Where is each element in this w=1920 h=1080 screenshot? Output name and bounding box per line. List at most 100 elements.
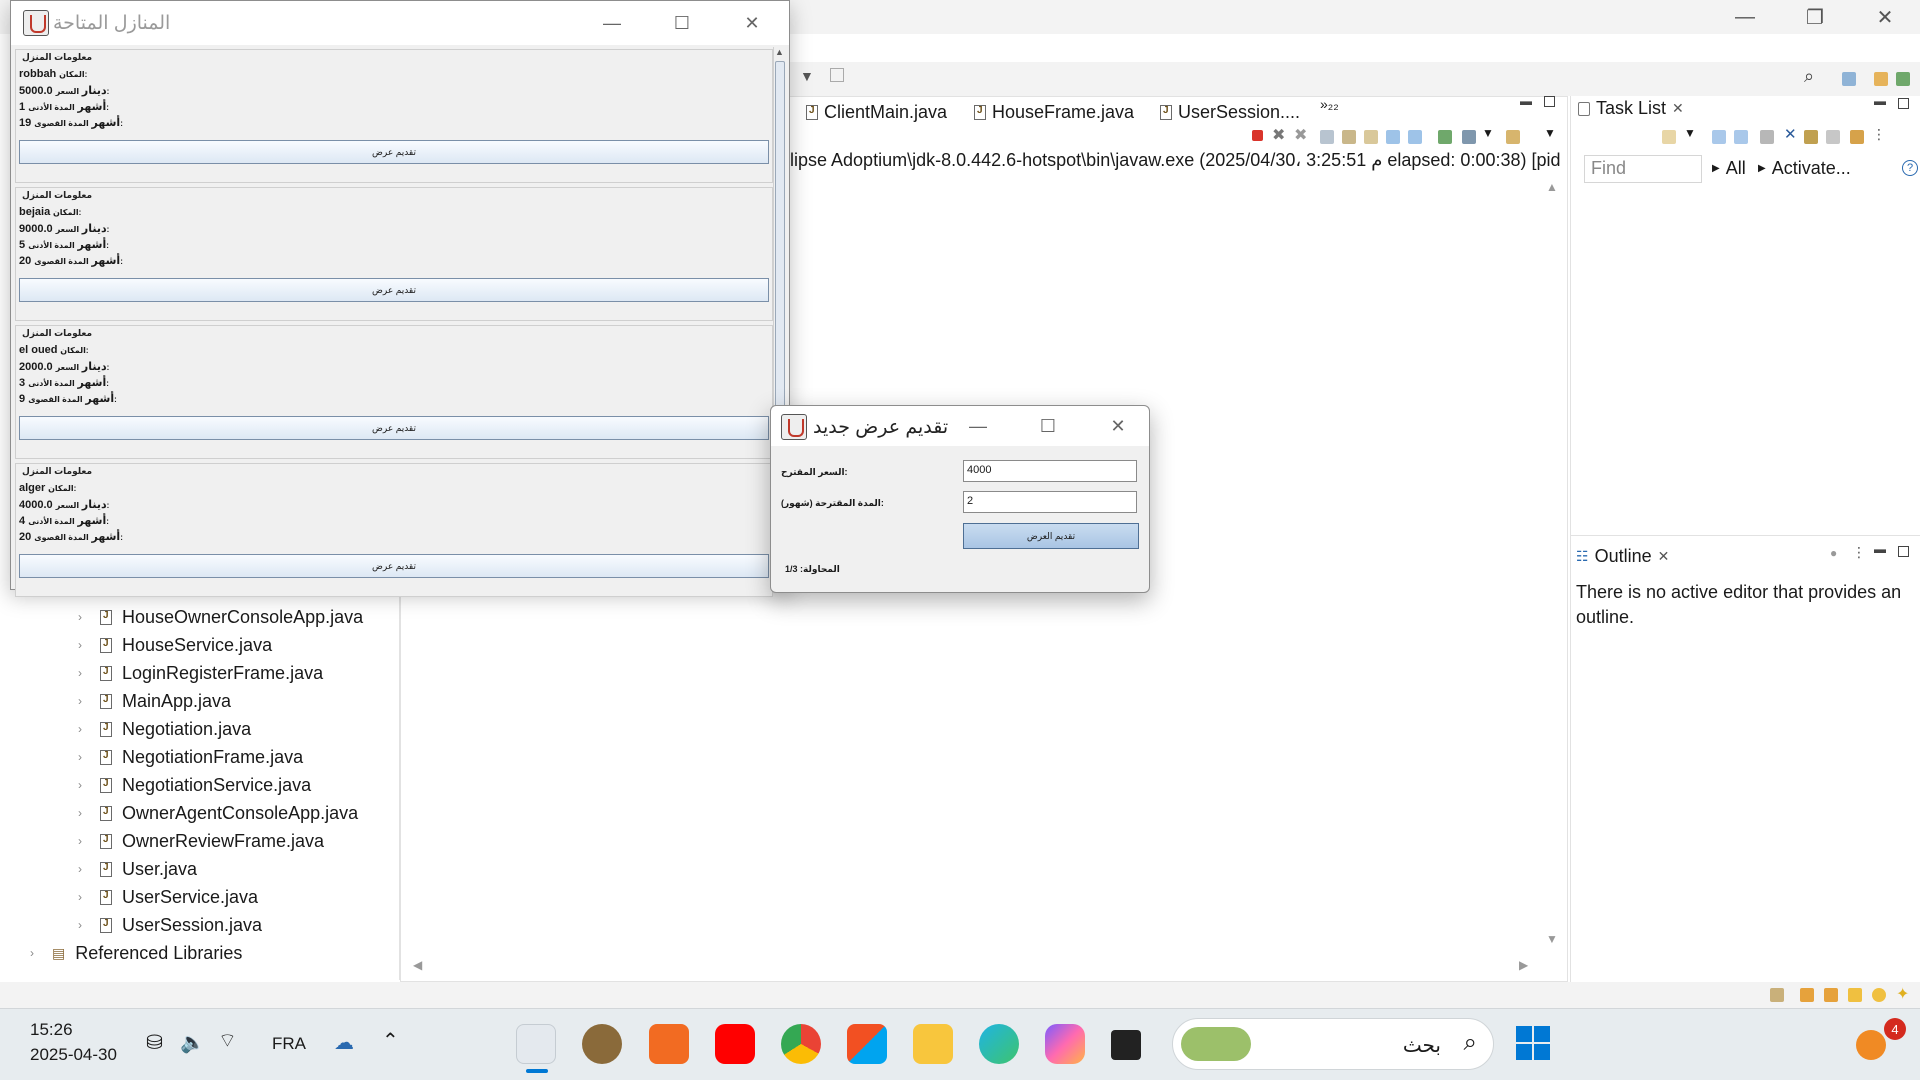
submit-offer-button[interactable]: تقديم عرض bbox=[19, 554, 769, 578]
tree-item-referenced-libraries[interactable]: › ▤ Referenced Libraries bbox=[30, 940, 242, 966]
restore-icon[interactable]: ❐ bbox=[1780, 0, 1850, 34]
status-icon[interactable] bbox=[1824, 988, 1838, 1002]
collapse-all-icon[interactable] bbox=[1826, 130, 1840, 144]
maximize-icon[interactable]: ☐ bbox=[1033, 412, 1063, 440]
file-explorer-taskbar-icon[interactable] bbox=[913, 1024, 953, 1064]
volume-icon[interactable]: 🔈 bbox=[180, 1030, 205, 1055]
view-menu-icon[interactable]: ⋮ bbox=[1872, 126, 1886, 143]
status-icon[interactable] bbox=[1872, 988, 1886, 1002]
tree-item-file[interactable]: › NegotiationService.java bbox=[78, 772, 311, 798]
activate-task-link[interactable]: ▶ Activate... bbox=[1758, 158, 1851, 179]
scroll-right-icon[interactable]: ▶ bbox=[1519, 958, 1528, 972]
status-icon[interactable] bbox=[1848, 988, 1862, 1002]
remove-launch-icon[interactable]: ✖ bbox=[1272, 125, 1285, 145]
submit-offer-button[interactable]: تقديم عرض bbox=[19, 140, 769, 164]
tab-task-list[interactable]: Task List ✕ bbox=[1578, 98, 1684, 119]
close-icon[interactable]: ✕ bbox=[1850, 0, 1920, 34]
minimize-icon[interactable]: — bbox=[963, 412, 993, 440]
copilot-taskbar-icon[interactable] bbox=[1045, 1024, 1085, 1064]
remove-all-icon[interactable]: ✖ bbox=[1294, 125, 1307, 145]
wifi-icon[interactable]: ⌔ bbox=[218, 1028, 237, 1053]
tree-item-file[interactable]: › HouseOwnerConsoleApp.java bbox=[78, 604, 363, 630]
clear-console-icon[interactable] bbox=[1320, 130, 1334, 144]
open-console-icon[interactable] bbox=[1506, 130, 1520, 144]
tree-item-file[interactable]: › NegotiationFrame.java bbox=[78, 744, 303, 770]
console-horizontal-scrollbar[interactable]: ◀ ▶ bbox=[405, 958, 1530, 976]
minimize-icon[interactable]: — bbox=[1710, 0, 1780, 34]
edge-taskbar-icon[interactable] bbox=[979, 1024, 1019, 1064]
clock-time[interactable]: 15:26 bbox=[30, 1020, 73, 1040]
dropdown-arrow-icon[interactable]: ▼ bbox=[800, 68, 814, 84]
hide-completed-icon[interactable]: ✕ bbox=[1784, 125, 1797, 143]
console-vertical-scrollbar[interactable]: ▲ ▼ bbox=[1544, 180, 1560, 950]
close-icon[interactable]: ✕ bbox=[737, 9, 767, 37]
perspective-icon[interactable] bbox=[1842, 72, 1856, 86]
task-filter-all[interactable]: ▶ All bbox=[1712, 158, 1746, 179]
tree-item-file[interactable]: › OwnerAgentConsoleApp.java bbox=[78, 800, 358, 826]
dropdown-arrow-icon[interactable]: ▼ bbox=[1684, 126, 1696, 140]
input-language[interactable]: FRA bbox=[272, 1034, 306, 1054]
minimize-view-icon[interactable]: ▬ bbox=[1874, 542, 1886, 556]
view-menu-icon[interactable]: ▼ bbox=[1544, 126, 1556, 140]
minimize-view-icon[interactable]: ▬ bbox=[1874, 94, 1886, 108]
java-taskbar-icon[interactable] bbox=[516, 1024, 556, 1064]
pin-console-icon[interactable] bbox=[1438, 130, 1452, 144]
onedrive-icon[interactable]: ☁ bbox=[334, 1030, 354, 1055]
maximize-view-icon[interactable] bbox=[1898, 98, 1909, 109]
display-console-icon[interactable] bbox=[1462, 130, 1476, 144]
close-icon[interactable]: ✕ bbox=[1103, 412, 1133, 440]
tree-item-file[interactable]: › MainApp.java bbox=[78, 688, 231, 714]
maximize-view-icon[interactable] bbox=[1898, 546, 1909, 557]
window-titlebar[interactable]: تقديم عرض جديد — ☐ ✕ bbox=[771, 406, 1149, 446]
new-window-icon[interactable] bbox=[830, 68, 844, 82]
xampp-taskbar-icon[interactable] bbox=[649, 1024, 689, 1064]
help-icon[interactable]: ? bbox=[1902, 160, 1918, 176]
scroll-lock-icon[interactable] bbox=[1342, 130, 1356, 144]
tree-item-file[interactable]: › UserService.java bbox=[78, 884, 258, 910]
tree-item-file[interactable]: › LoginRegisterFrame.java bbox=[78, 660, 323, 686]
scroll-left-icon[interactable]: ◀ bbox=[413, 958, 422, 972]
submit-offer-button[interactable]: تقديم عرض bbox=[19, 416, 769, 440]
tree-item-file[interactable]: › OwnerReviewFrame.java bbox=[78, 828, 324, 854]
terminal-taskbar-icon[interactable] bbox=[1111, 1030, 1141, 1060]
status-icon[interactable] bbox=[1800, 988, 1814, 1002]
view-menu-icon[interactable]: ⋮ bbox=[1852, 544, 1866, 561]
status-icon[interactable] bbox=[1770, 988, 1784, 1002]
scroll-up-icon[interactable]: ▲ bbox=[775, 47, 784, 57]
tab-clientmain[interactable]: ClientMain.java bbox=[806, 98, 947, 126]
notification-avatar-icon[interactable] bbox=[1856, 1030, 1886, 1060]
scroll-down-icon[interactable]: ▼ bbox=[1546, 932, 1558, 946]
tab-outline[interactable]: ☷ Outline ✕ bbox=[1576, 546, 1669, 567]
minimize-view-icon[interactable]: ▬ bbox=[1520, 94, 1532, 108]
submit-offer-button[interactable]: تقديم العرض bbox=[963, 523, 1139, 549]
debug-perspective-icon[interactable] bbox=[1874, 72, 1888, 86]
tree-item-file[interactable]: › User.java bbox=[78, 856, 197, 882]
categorized-icon[interactable] bbox=[1712, 130, 1726, 144]
tab-overflow-button[interactable]: »₂₂ bbox=[1320, 96, 1339, 112]
tab-usersession[interactable]: UserSession.... bbox=[1160, 98, 1300, 126]
tree-item-file[interactable]: › UserSession.java bbox=[78, 912, 262, 938]
start-button[interactable] bbox=[1516, 1026, 1550, 1060]
maximize-icon[interactable]: ☐ bbox=[667, 9, 697, 37]
tab-houseframe[interactable]: HouseFrame.java bbox=[974, 98, 1134, 126]
maximize-view-icon[interactable] bbox=[1544, 96, 1555, 107]
proposed-price-input[interactable]: 4000 bbox=[963, 460, 1137, 482]
find-input[interactable]: Find bbox=[1584, 155, 1702, 183]
dropdown-arrow-icon[interactable]: ▼ bbox=[1482, 126, 1494, 140]
new-task-icon[interactable] bbox=[1662, 130, 1676, 144]
terminate-icon[interactable] bbox=[1252, 130, 1263, 141]
tree-item-file[interactable]: › Negotiation.java bbox=[78, 716, 251, 742]
submit-offer-button[interactable]: تقديم عرض bbox=[19, 278, 769, 302]
outline-filter-icon[interactable]: ● bbox=[1830, 546, 1837, 560]
focus-icon[interactable] bbox=[1804, 130, 1818, 144]
youtube-taskbar-icon[interactable] bbox=[715, 1024, 755, 1064]
filter-icon[interactable] bbox=[1760, 130, 1774, 144]
minimize-icon[interactable]: — bbox=[597, 9, 627, 37]
word-wrap-icon[interactable] bbox=[1364, 130, 1378, 144]
close-icon[interactable]: ✕ bbox=[1658, 548, 1670, 565]
java-perspective-icon[interactable] bbox=[1896, 72, 1910, 86]
tip-bulb-icon[interactable]: ✦ bbox=[1896, 984, 1909, 1004]
clock-date[interactable]: 2025-04-30 bbox=[30, 1045, 117, 1065]
show-on-output-icon[interactable] bbox=[1386, 130, 1400, 144]
battery-saver-icon[interactable]: ⛁ bbox=[146, 1030, 163, 1055]
